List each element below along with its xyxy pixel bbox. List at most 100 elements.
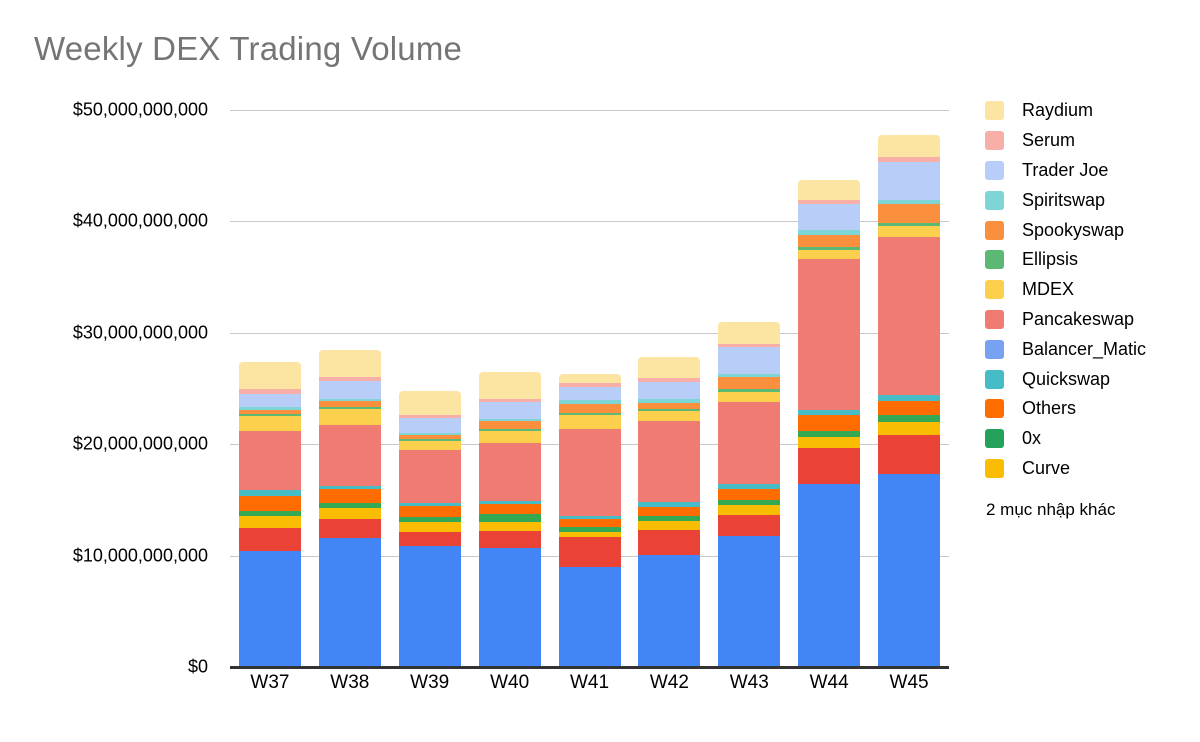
legend-item[interactable]: Others (985, 394, 1195, 424)
legend-item[interactable]: Balancer_Matic (985, 334, 1195, 364)
legend-item[interactable]: Pancakeswap (985, 305, 1195, 335)
bar-segment[interactable] (798, 448, 861, 485)
bar-segment[interactable] (398, 418, 461, 434)
bar-segment[interactable] (558, 386, 621, 400)
legend-item[interactable]: Spookyswap (985, 215, 1195, 245)
bar-segment[interactable] (638, 506, 701, 517)
bar-segment[interactable] (318, 409, 381, 426)
bar-segment[interactable] (638, 411, 701, 422)
bar-segment[interactable] (478, 548, 541, 667)
bar-segment[interactable] (718, 347, 781, 374)
legend-item[interactable]: 0x (985, 424, 1195, 454)
bar-segment[interactable] (238, 361, 301, 390)
bar-segment[interactable] (478, 430, 541, 444)
bar-segment[interactable] (718, 321, 781, 344)
legend-item[interactable]: Quickswap (985, 364, 1195, 394)
bar-stack[interactable] (398, 391, 461, 667)
bar-segment[interactable] (718, 377, 781, 390)
bar-segment[interactable] (798, 415, 861, 431)
bar-segment[interactable] (638, 530, 701, 555)
bar-segment[interactable] (398, 522, 461, 533)
bar-stack[interactable] (558, 374, 621, 667)
bar-segment[interactable] (878, 473, 941, 667)
bar-segment[interactable] (638, 421, 701, 503)
bar-segment[interactable] (478, 421, 541, 429)
bar-segment[interactable] (718, 391, 781, 402)
bar-segment[interactable] (558, 429, 621, 517)
bar-segment[interactable] (478, 371, 541, 399)
bar-segment[interactable] (478, 503, 541, 514)
bar-segment[interactable] (878, 421, 941, 436)
bar-segment[interactable] (398, 506, 461, 518)
legend-item[interactable]: Raydium (985, 96, 1195, 126)
bar-segment[interactable] (318, 350, 381, 377)
bar-segment[interactable] (398, 450, 461, 504)
bar-segment[interactable] (718, 514, 781, 537)
bar-segment[interactable] (798, 250, 861, 260)
bar-stack[interactable] (238, 361, 301, 667)
bar-segment[interactable] (478, 443, 541, 502)
legend-item[interactable]: Serum (985, 126, 1195, 156)
legend-item[interactable]: MDEX (985, 275, 1195, 305)
bar-segment[interactable] (558, 537, 621, 568)
bar-segment[interactable] (878, 225, 941, 237)
bar-segment[interactable] (878, 204, 941, 224)
bar-segment[interactable] (878, 400, 941, 416)
bar-segment[interactable] (238, 528, 301, 552)
bar-segment[interactable] (878, 236, 941, 395)
bar-stack[interactable] (798, 179, 861, 667)
bar-segment[interactable] (398, 391, 461, 415)
bar-segment[interactable] (638, 381, 701, 400)
bar-stack[interactable] (638, 356, 701, 667)
bar-segment[interactable] (558, 567, 621, 667)
legend-item[interactable]: Curve (985, 454, 1195, 484)
bar-segment[interactable] (238, 496, 301, 511)
bar-segment[interactable] (398, 532, 461, 547)
bar-segment[interactable] (238, 394, 301, 407)
bar-segment[interactable] (718, 401, 781, 485)
bar-segment[interactable] (478, 401, 541, 419)
bar-segment[interactable] (318, 425, 381, 487)
bar-segment[interactable] (238, 416, 301, 432)
bar-segment[interactable] (398, 440, 461, 451)
bar-segment[interactable] (478, 513, 541, 522)
legend-more-label[interactable]: 2 mục nhập khác (986, 500, 1195, 520)
legend-item[interactable]: Trader Joe (985, 156, 1195, 186)
bar-segment[interactable] (318, 508, 381, 520)
bar-segment[interactable] (558, 374, 621, 384)
bar-segment[interactable] (878, 135, 941, 158)
bar-segment[interactable] (798, 179, 861, 201)
bar-segment[interactable] (798, 259, 861, 410)
bar-segment[interactable] (238, 431, 301, 491)
bar-segment[interactable] (318, 489, 381, 504)
legend-item[interactable]: Spiritswap (985, 185, 1195, 215)
bar-segment[interactable] (878, 415, 941, 422)
bar-segment[interactable] (638, 402, 701, 410)
bar-segment[interactable] (478, 521, 541, 531)
legend-item[interactable]: Ellipsis (985, 245, 1195, 275)
bar-segment[interactable] (798, 203, 861, 230)
bar-stack[interactable] (718, 321, 781, 667)
bar-segment[interactable] (398, 546, 461, 667)
bar-segment[interactable] (798, 436, 861, 449)
bar-stack[interactable] (878, 135, 941, 667)
bar-segment[interactable] (318, 519, 381, 539)
bar-segment[interactable] (718, 488, 781, 500)
bar-segment[interactable] (718, 536, 781, 667)
bar-segment[interactable] (478, 530, 541, 549)
bar-segment[interactable] (798, 484, 861, 667)
bar-segment[interactable] (638, 356, 701, 379)
bar-segment[interactable] (318, 538, 381, 667)
bar-segment[interactable] (238, 551, 301, 667)
bar-segment[interactable] (558, 414, 621, 430)
bar-segment[interactable] (318, 381, 381, 400)
bar-segment[interactable] (878, 435, 941, 474)
bar-segment[interactable] (238, 516, 301, 529)
bar-segment[interactable] (638, 554, 701, 667)
bar-segment[interactable] (878, 161, 941, 200)
bar-segment[interactable] (558, 403, 621, 413)
bar-stack[interactable] (478, 371, 541, 667)
bar-segment[interactable] (718, 504, 781, 515)
bar-segment[interactable] (798, 234, 861, 248)
bar-stack[interactable] (318, 350, 381, 667)
